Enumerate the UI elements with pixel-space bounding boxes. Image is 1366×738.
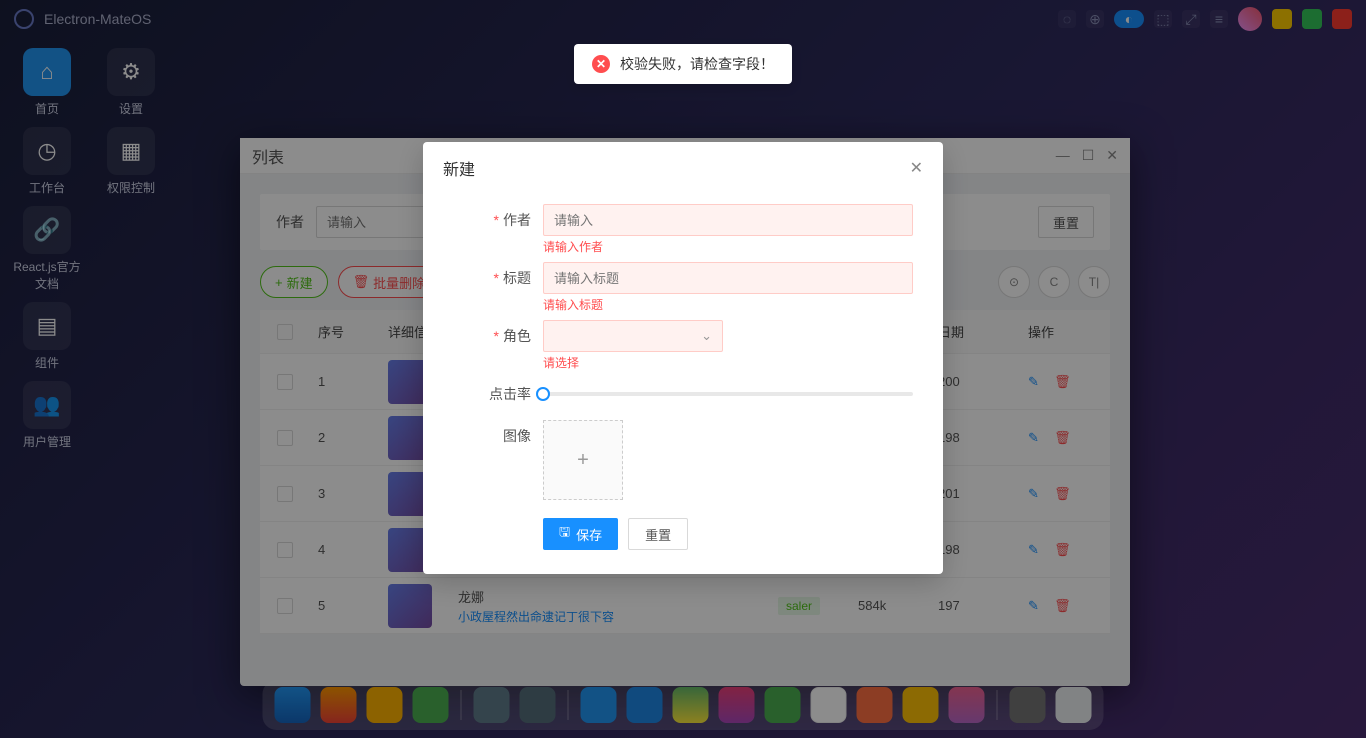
title-error: 请输入标题 xyxy=(543,296,913,314)
error-icon: ✕ xyxy=(592,55,610,73)
chevron-down-icon: ⌄ xyxy=(701,328,712,344)
author-label: 作者 xyxy=(503,212,531,228)
create-modal: 新建 ✕ *作者 请输入作者 *标题 请输入标题 *角色 ⌄ 请选择 点击率 xyxy=(423,142,943,574)
role-select[interactable]: ⌄ xyxy=(543,320,723,352)
alert-message: 校验失败，请检查字段！ xyxy=(620,54,774,74)
click-rate-slider[interactable] xyxy=(543,378,913,410)
modal-title: 新建 xyxy=(443,156,475,180)
role-label: 角色 xyxy=(503,328,531,344)
save-icon: 🖫 xyxy=(559,523,570,545)
title-label: 标题 xyxy=(503,270,531,286)
slider-handle[interactable] xyxy=(536,387,550,401)
title-input[interactable] xyxy=(543,262,913,294)
author-input[interactable] xyxy=(543,204,913,236)
image-label: 图像 xyxy=(503,428,531,444)
reset-button[interactable]: 重置 xyxy=(628,518,688,550)
image-upload[interactable]: + xyxy=(543,420,623,500)
modal-close-icon[interactable]: ✕ xyxy=(910,158,923,178)
rate-label: 点击率 xyxy=(489,386,531,402)
save-button[interactable]: 🖫 保存 xyxy=(543,518,618,550)
role-error: 请选择 xyxy=(543,354,913,372)
author-error: 请输入作者 xyxy=(543,238,913,256)
error-alert: ✕ 校验失败，请检查字段！ xyxy=(574,44,792,84)
